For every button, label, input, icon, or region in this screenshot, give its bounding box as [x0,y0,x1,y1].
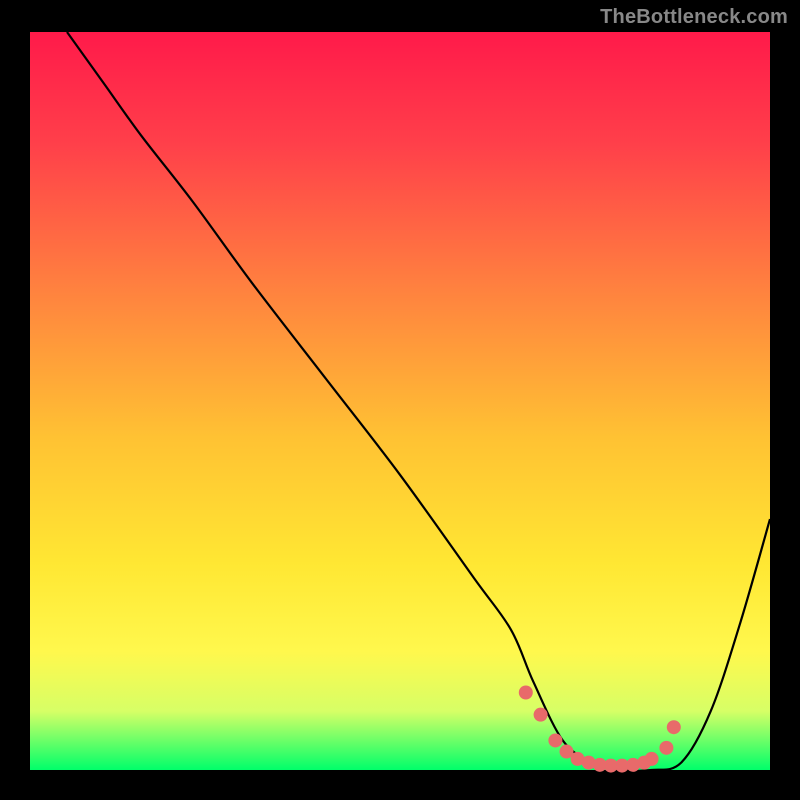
plot-background [30,32,770,770]
watermark-label: TheBottleneck.com [600,6,788,29]
curve-marker [645,752,659,766]
curve-marker [534,708,548,722]
curve-marker [548,733,562,747]
curve-marker [519,686,533,700]
curve-marker [667,720,681,734]
bottleneck-chart [0,0,800,800]
chart-frame: TheBottleneck.com [0,0,800,800]
curve-marker [659,741,673,755]
